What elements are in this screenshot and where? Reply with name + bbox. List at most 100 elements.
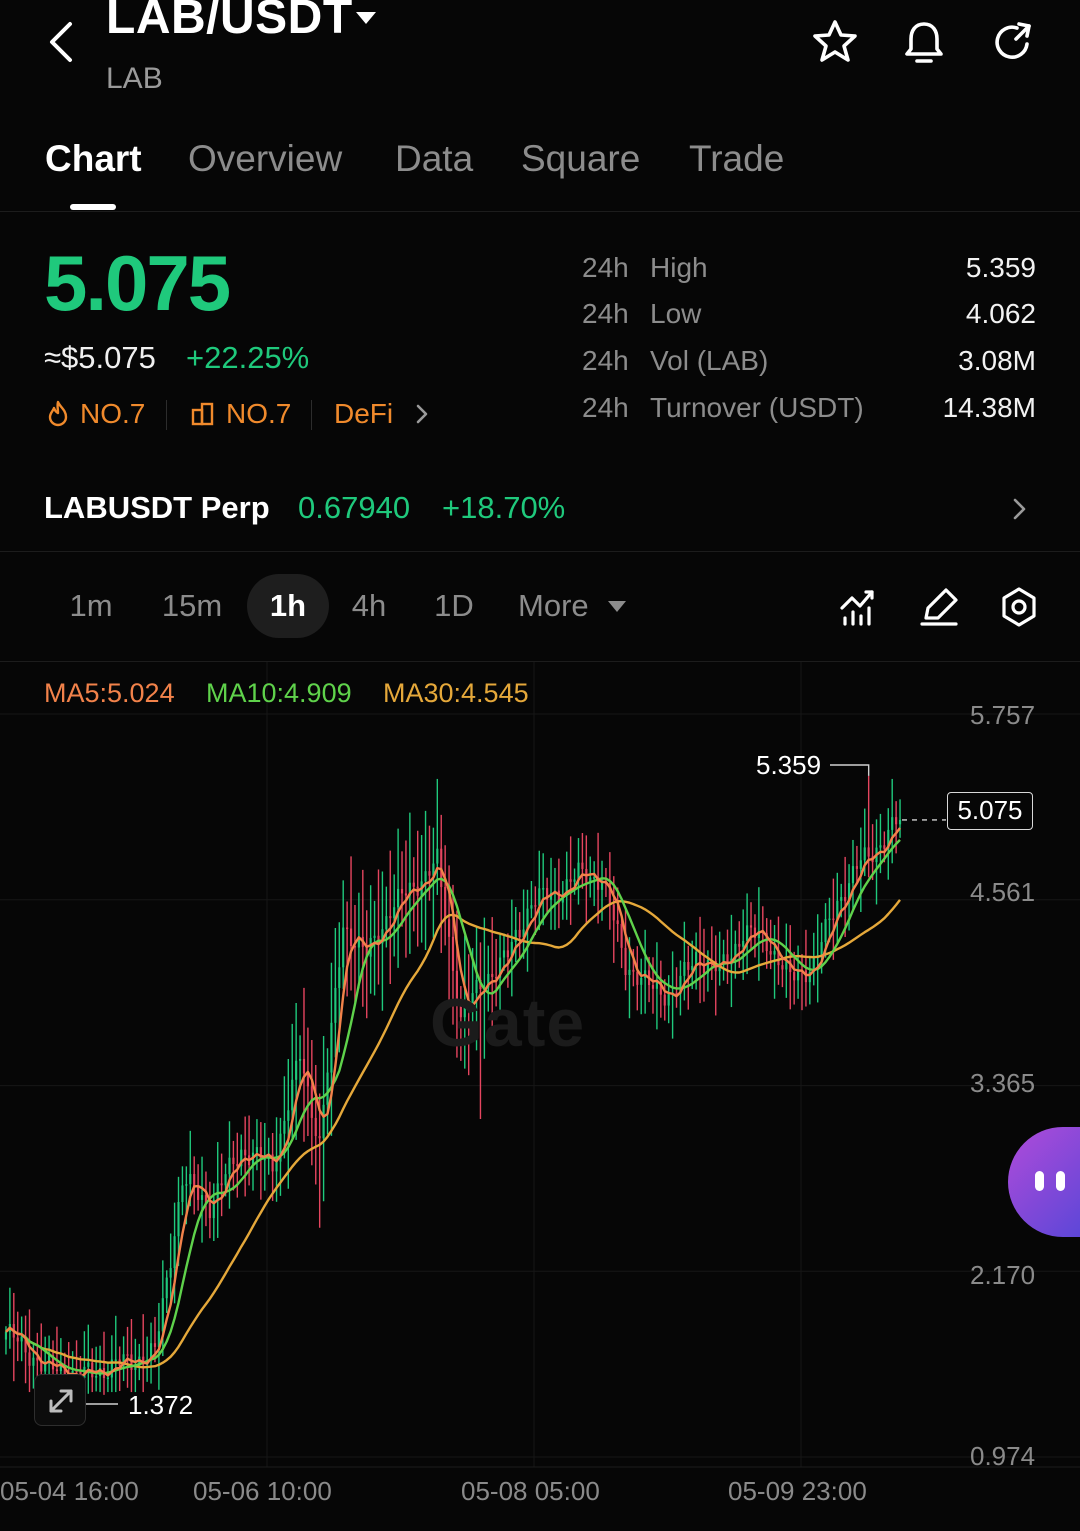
tab-overview[interactable]: Overview [188, 138, 342, 180]
candle-body [189, 1174, 192, 1185]
star-icon[interactable] [811, 18, 859, 66]
candle-body [898, 819, 902, 825]
indicators-icon[interactable] [838, 586, 880, 628]
candle-body [200, 1195, 204, 1200]
candle-body [542, 888, 545, 890]
candle-body [95, 1376, 98, 1378]
high-price-marker: 5.359 [756, 750, 822, 780]
flame-icon [48, 400, 68, 427]
candle-body [436, 848, 439, 864]
draw-pencil-icon[interactable] [918, 586, 960, 628]
candle-body [636, 971, 639, 985]
moving-average-lines [5, 827, 901, 1378]
bell-icon[interactable] [900, 18, 948, 66]
low-price-marker: 1.372 [128, 1390, 194, 1420]
tab-square[interactable]: Square [521, 138, 640, 180]
candle-body [322, 1104, 325, 1139]
candle-body [663, 994, 666, 1006]
settings-gear-icon[interactable] [998, 586, 1040, 628]
y-axis-tick: 3.365 [970, 1068, 1036, 1098]
candle-body [173, 1236, 176, 1269]
candle-body [397, 888, 400, 908]
x-axis-tick: 05-08 05:00 [461, 1476, 600, 1506]
candlestick-chart[interactable]: Gate MA5:5.024 MA10:4.909 MA30:4.545 5.7… [0, 662, 1080, 1531]
candle-body [169, 1268, 172, 1278]
candle-body [16, 1337, 19, 1342]
fullscreen-expand-button[interactable] [34, 1374, 86, 1426]
bot-eye [1035, 1171, 1044, 1191]
candle-body [55, 1369, 59, 1372]
timeframe-bar: 1m 15m 1h 4h 1D More [0, 552, 1080, 662]
candle-body [640, 977, 643, 985]
candle-body [389, 916, 392, 919]
hot-rank-badge[interactable]: NO.7 [46, 398, 145, 430]
timeframe-1d[interactable]: 1D [420, 574, 488, 638]
candle-body [797, 970, 800, 981]
x-axis-tick: 05-09 23:00 [728, 1476, 867, 1506]
candle-body [738, 943, 741, 947]
candle-body [624, 947, 627, 976]
base-asset: LAB [106, 62, 163, 95]
y-axis-tick: 2.170 [970, 1260, 1036, 1290]
candle-body [632, 969, 635, 972]
candle-body [302, 1058, 306, 1074]
candle-body [373, 935, 376, 938]
timeframe-1h[interactable]: 1h [247, 574, 329, 638]
candle-body [197, 1186, 200, 1200]
candle-body [506, 950, 509, 958]
candle-body [393, 907, 396, 919]
tab-data[interactable]: Data [395, 138, 473, 180]
candle-body [334, 987, 337, 1023]
candle-body [518, 929, 521, 938]
perp-price: 0.67940 [298, 490, 411, 525]
sector-rank-badge[interactable]: NO.7 [190, 398, 291, 430]
x-axis-tick: 05-04 16:00 [0, 1476, 139, 1506]
candle-body [879, 845, 882, 848]
pair-title[interactable]: LAB/USDT [106, 0, 353, 45]
hot-rank-value: NO.7 [80, 398, 146, 429]
price-markers [84, 764, 946, 1405]
candle-body [330, 1022, 333, 1073]
chart-grid [0, 662, 1080, 1468]
candle-body [616, 920, 619, 925]
candle-body [314, 1117, 317, 1137]
timeframe-4h[interactable]: 4h [336, 574, 402, 638]
tab-trade[interactable]: Trade [689, 138, 784, 180]
timeframe-15m[interactable]: 15m [150, 574, 234, 638]
chevron-right-icon [416, 404, 428, 424]
candle-body [742, 940, 745, 947]
candle-body [4, 1331, 8, 1340]
candle-body [177, 1202, 180, 1237]
price-change-percent: +22.25% [186, 340, 310, 375]
candle-body [298, 1058, 302, 1061]
candle-body [232, 1157, 235, 1165]
pair-dropdown-caret-icon[interactable] [356, 12, 376, 24]
candle-body [275, 1161, 278, 1172]
ma30-label: MA30:4.545 [383, 678, 529, 708]
tab-chart[interactable]: Chart [45, 138, 142, 180]
refresh-icon[interactable] [989, 18, 1037, 66]
candle-body [867, 847, 870, 857]
candle-body [702, 965, 706, 974]
candle-body [385, 916, 388, 930]
timeframe-more[interactable]: More [510, 574, 604, 638]
candle-body [793, 972, 796, 981]
perp-name: LABUSDT Perp [44, 490, 270, 525]
candle-body [534, 905, 537, 907]
candle-body [863, 847, 866, 861]
caret-down-icon[interactable] [608, 601, 626, 612]
candle-body [773, 950, 776, 955]
candle-body [193, 1174, 196, 1187]
back-chevron-icon[interactable] [44, 20, 80, 64]
high-marker-line [830, 764, 870, 776]
stat-24h-volume: 24h Vol (LAB) 3.08M [582, 345, 1036, 376]
timeframe-1m[interactable]: 1m [54, 574, 128, 638]
candle-body [342, 927, 345, 968]
sector-link[interactable]: DeFi [334, 398, 433, 430]
candle-body [28, 1352, 31, 1366]
candle-body [208, 1203, 211, 1219]
ma5-line [5, 827, 901, 1378]
candle-body [400, 888, 404, 894]
perp-contract-row[interactable]: LABUSDT Perp 0.67940 +18.70% [0, 470, 1080, 552]
candle-body [448, 919, 451, 937]
